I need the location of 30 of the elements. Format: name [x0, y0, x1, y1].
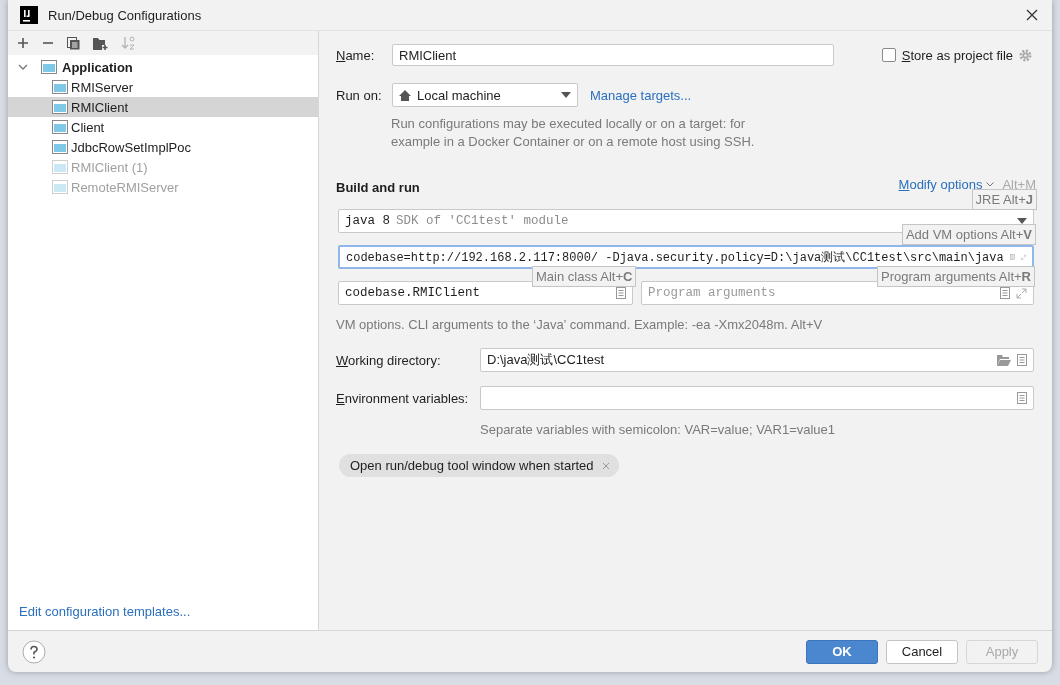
environment-variables-hint: Separate variables with semicolon: VAR=value; VAR1=value1 — [480, 422, 837, 437]
tooltip: Add VM options Alt+V — [901, 224, 1036, 245]
window-title: Run/Debug Configurations — [48, 7, 202, 23]
main-class-field[interactable]: codebase.RMIClient — [338, 281, 633, 305]
tree-item[interactable]: RMIClient — [8, 97, 318, 117]
working-directory-field[interactable]: D:\java测试\CC1test — [480, 348, 1034, 372]
run-on-hint: Run configurations may be executed locally or on a target: for example in a Docker Container or on a remote host using SSH. — [391, 115, 756, 151]
manage-targets-link[interactable]: Manage targets... — [590, 87, 692, 103]
tree-item[interactable]: Client — [8, 117, 318, 137]
tooltip: Main class Alt+C — [532, 266, 637, 287]
tree-group-label[interactable]: Application — [62, 59, 133, 75]
dialog-button[interactable]: Cancel — [886, 639, 958, 664]
tooltip: JRE Alt+J — [971, 189, 1037, 210]
option-chip[interactable]: Open run/debug tool window when started — [339, 454, 619, 477]
tree-item[interactable]: JdbcRowSetImplPoc — [8, 137, 318, 157]
shortcut-label: Alt+M — [1002, 177, 1036, 192]
vm-options-hint: VM options. CLI arguments to the ‘Java’ command. Example: -ea -Xmx2048m. Alt+V — [336, 317, 824, 332]
templates-link[interactable]: Edit configuration templates... — [19, 604, 191, 619]
field-label: Name: — [336, 47, 376, 63]
tree-item[interactable]: RMIServer — [8, 77, 318, 97]
modify-options-link[interactable]: Modify options — [898, 177, 983, 192]
field-label: Run on: — [336, 87, 383, 103]
checkbox-label: Store as project file — [901, 47, 1013, 63]
field-label: Environment variables: — [336, 390, 470, 406]
tooltip: Program arguments Alt+R — [877, 266, 1035, 287]
section-title: Build and run — [336, 179, 420, 195]
field-label: Working directory: — [336, 352, 442, 368]
dialog-button[interactable]: OK — [806, 639, 878, 664]
run-on-dropdown[interactable]: Local machine — [392, 83, 578, 107]
name-field[interactable]: RMIClient — [392, 44, 834, 66]
